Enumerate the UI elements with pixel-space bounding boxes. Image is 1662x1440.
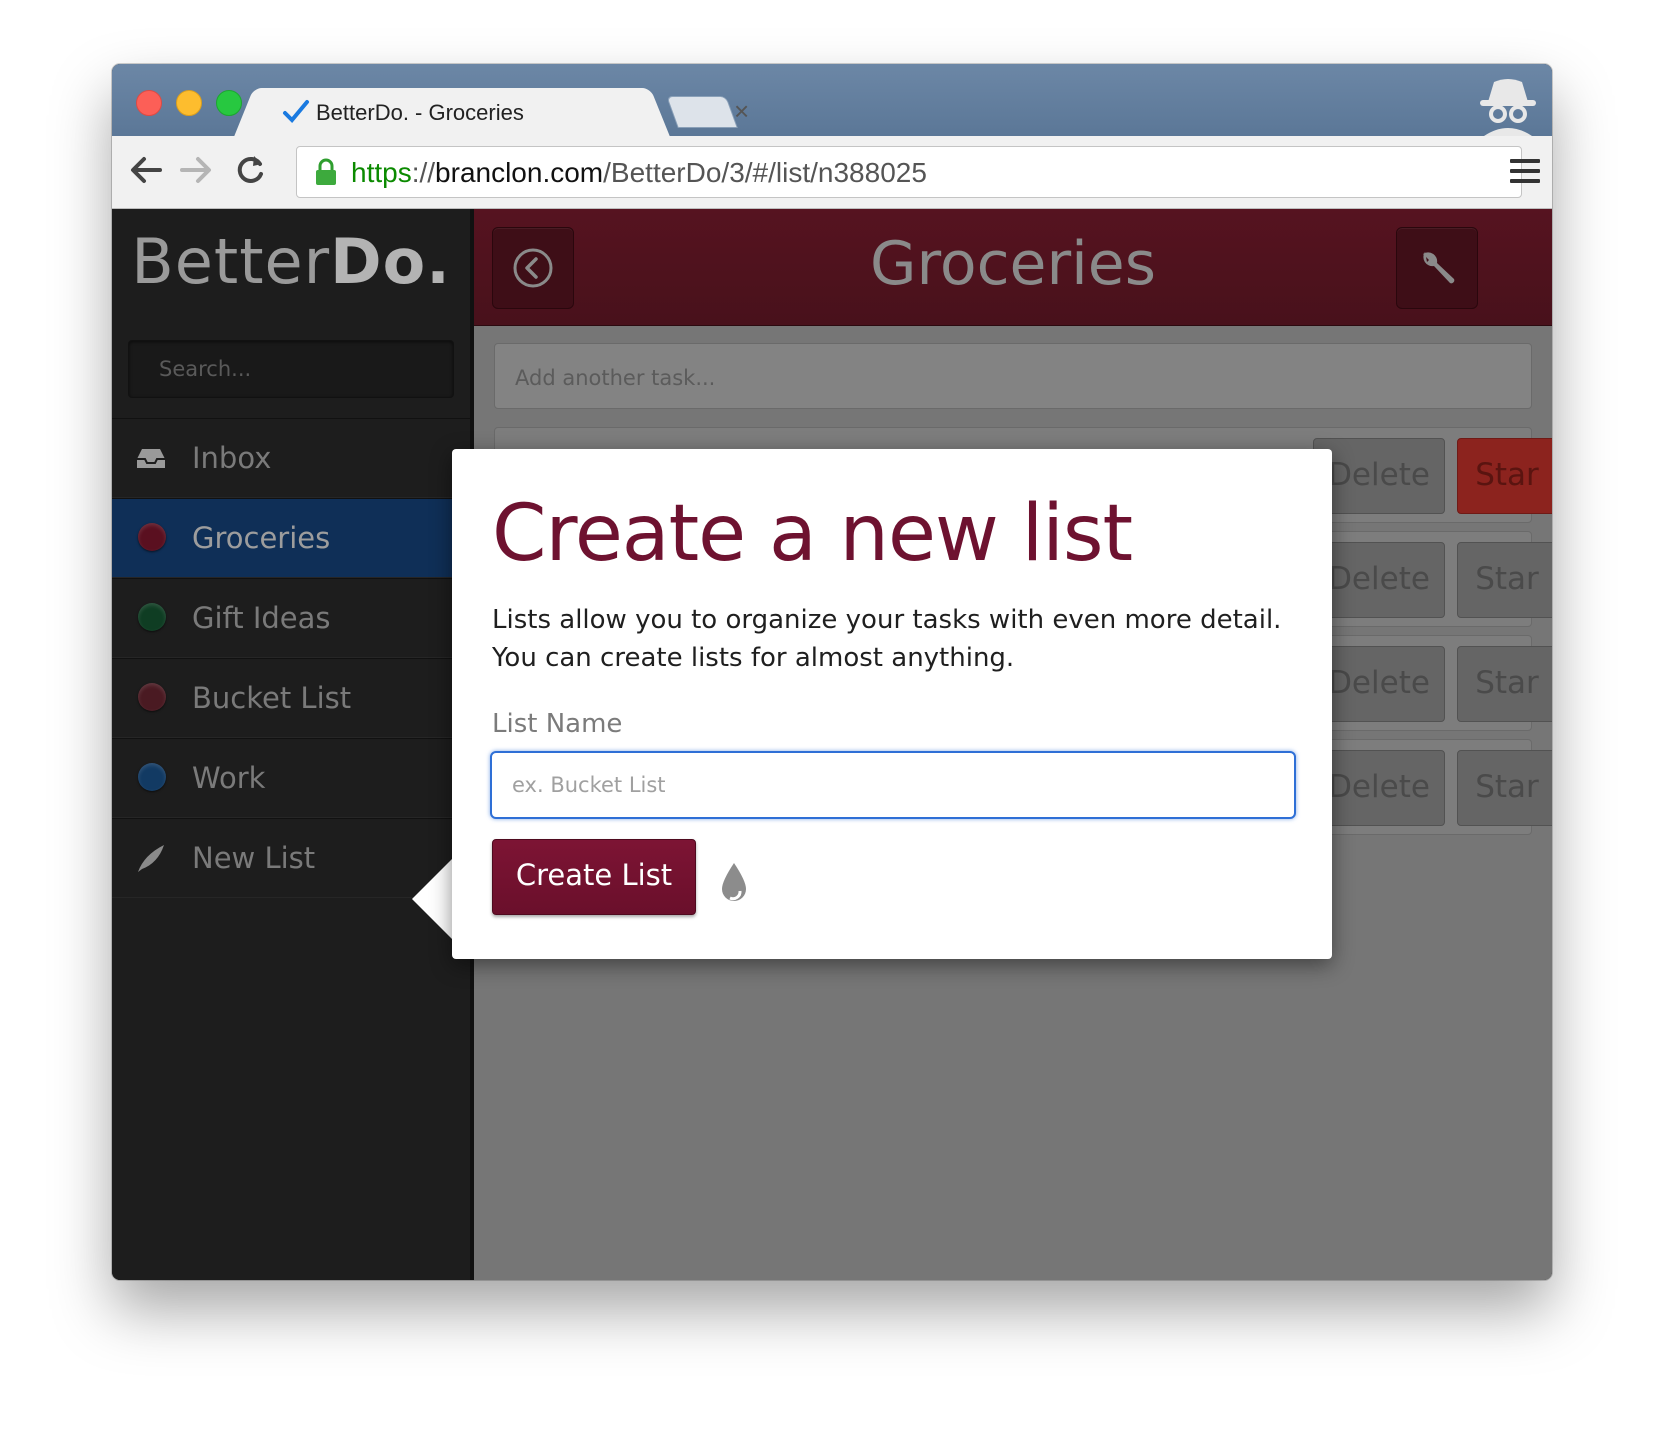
list-name-label: List Name xyxy=(492,709,623,739)
tab-close-icon[interactable]: × xyxy=(734,96,749,127)
sidebar-item-label: Bucket List xyxy=(192,681,352,715)
browser-toolbar: https://branclon.com/BetterDo/3/#/list/n… xyxy=(112,136,1552,209)
tab-strip: BetterDo. - Groceries × xyxy=(112,64,1552,136)
feather-icon xyxy=(138,845,164,872)
forward-button[interactable] xyxy=(176,150,216,190)
list-color-dot xyxy=(138,523,166,551)
star-button[interactable]: Star xyxy=(1457,646,1552,722)
page-title: Groceries xyxy=(870,229,1156,299)
sidebar-item-inbox[interactable]: Inbox xyxy=(112,418,470,498)
sidebar-item-label: Gift Ideas xyxy=(192,601,331,635)
list-nav: Inbox Groceries Gift Ideas Bucket List W… xyxy=(112,418,470,898)
sidebar-item-work[interactable]: Work xyxy=(112,738,470,818)
sidebar-item-label: Work xyxy=(192,761,266,795)
color-drop-icon[interactable] xyxy=(716,861,752,905)
search-input[interactable]: Search... xyxy=(128,340,454,398)
list-header: Groceries xyxy=(474,209,1552,326)
arrow-right-icon xyxy=(180,157,211,183)
delete-button[interactable]: Delete xyxy=(1313,542,1445,618)
url-text: https://branclon.com/BetterDo/3/#/list/n… xyxy=(351,157,927,188)
checkmark-icon xyxy=(283,100,309,123)
incognito-icon xyxy=(1480,79,1536,136)
back-button[interactable] xyxy=(126,150,166,190)
create-list-button[interactable]: Create List xyxy=(492,839,696,915)
inbox-icon xyxy=(137,449,165,468)
list-color-dot xyxy=(138,603,166,631)
tab-title: BetterDo. - Groceries xyxy=(316,100,524,125)
sidebar-item-label: New List xyxy=(192,841,316,875)
list-color-dot xyxy=(138,683,166,711)
add-task-input[interactable]: Add another task... xyxy=(494,343,1532,409)
wrench-icon xyxy=(1423,252,1455,284)
lock-icon xyxy=(316,158,336,185)
delete-button[interactable]: Delete xyxy=(1313,438,1445,514)
popover-arrow xyxy=(412,857,454,941)
list-name-input[interactable] xyxy=(490,751,1296,819)
star-button[interactable]: Star xyxy=(1457,542,1552,618)
sidebar: BetterDo. Search... Inbox Groceries Gift… xyxy=(112,209,474,1280)
reload-icon xyxy=(237,156,263,183)
arrow-left-icon xyxy=(131,157,162,183)
hamburger-menu-icon[interactable] xyxy=(1508,154,1542,188)
zoom-window-button[interactable] xyxy=(216,90,242,116)
new-tab-button[interactable] xyxy=(666,96,738,128)
address-bar[interactable]: https://branclon.com/BetterDo/3/#/list/n… xyxy=(296,146,1522,198)
list-color-dot xyxy=(138,763,166,791)
sidebar-item-label: Groceries xyxy=(192,521,331,555)
tab-betterdo-groceries[interactable]: BetterDo. - Groceries × xyxy=(262,88,749,136)
sidebar-item-groceries[interactable]: Groceries xyxy=(112,498,470,578)
sidebar-item-bucket-list[interactable]: Bucket List xyxy=(112,658,470,738)
star-button[interactable]: Star xyxy=(1457,438,1552,514)
betterdo-app: BetterDo. Search... Inbox Groceries Gift… xyxy=(112,209,1552,1280)
browser-window: BetterDo. - Groceries × https://branclon… xyxy=(112,64,1552,1280)
dialog-description: Lists allow you to organize your tasks w… xyxy=(492,605,1282,673)
sidebar-item-gift-ideas[interactable]: Gift Ideas xyxy=(112,578,470,658)
close-window-button[interactable] xyxy=(136,90,162,116)
delete-button[interactable]: Delete xyxy=(1313,646,1445,722)
create-list-dialog: Create a new list Lists allow you to org… xyxy=(452,449,1332,959)
reload-button[interactable] xyxy=(230,150,270,190)
minimize-window-button[interactable] xyxy=(176,90,202,116)
delete-button[interactable]: Delete xyxy=(1313,750,1445,826)
brand-logo: BetterDo. xyxy=(131,225,451,298)
dialog-title: Create a new list xyxy=(492,489,1133,579)
sidebar-item-label: Inbox xyxy=(192,441,272,475)
star-button[interactable]: Star xyxy=(1457,750,1552,826)
settings-button[interactable] xyxy=(1396,227,1478,309)
